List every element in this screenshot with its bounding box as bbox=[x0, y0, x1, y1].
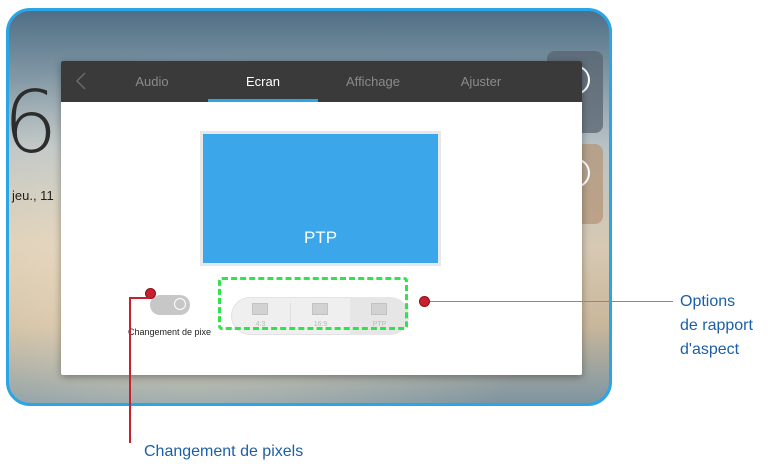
pixels-annotation: Changement de pixels bbox=[144, 443, 304, 460]
pixels-callout-connector bbox=[129, 297, 149, 299]
device-screen: 6 jeu., 11 eur Audio Ecran Affichage Aju… bbox=[6, 8, 612, 406]
pixels-callout-line bbox=[129, 297, 131, 443]
preview-label: PTP bbox=[303, 228, 338, 247]
pixel-shift-toggle[interactable] bbox=[150, 295, 190, 315]
active-tab-indicator bbox=[208, 99, 318, 102]
dialog-tab-bar: Audio Ecran Affichage Ajuster bbox=[61, 61, 582, 102]
tab-ecran[interactable]: Ecran bbox=[208, 61, 318, 102]
options-annotation-line: de rapport bbox=[680, 317, 753, 334]
options-annotation-line: Options bbox=[680, 293, 736, 310]
options-callout-dot bbox=[419, 296, 430, 307]
aspect-options-highlight bbox=[218, 277, 408, 330]
pixel-shift-caption: Changement de pixe bbox=[128, 327, 212, 337]
aspect-preview: PTP bbox=[200, 131, 441, 266]
tab-audio[interactable]: Audio bbox=[119, 61, 185, 102]
toggle-knob bbox=[174, 298, 186, 310]
options-annotation: Options de rapport d'aspect bbox=[680, 290, 753, 362]
home-date: jeu., 11 bbox=[12, 188, 54, 203]
tab-ajuster[interactable]: Ajuster bbox=[431, 61, 531, 102]
home-clock: 6 bbox=[6, 73, 58, 173]
tab-affichage[interactable]: Affichage bbox=[318, 61, 428, 102]
options-annotation-line: d'aspect bbox=[680, 341, 740, 358]
back-chevron-icon[interactable] bbox=[75, 71, 95, 91]
options-callout-line bbox=[425, 301, 673, 302]
